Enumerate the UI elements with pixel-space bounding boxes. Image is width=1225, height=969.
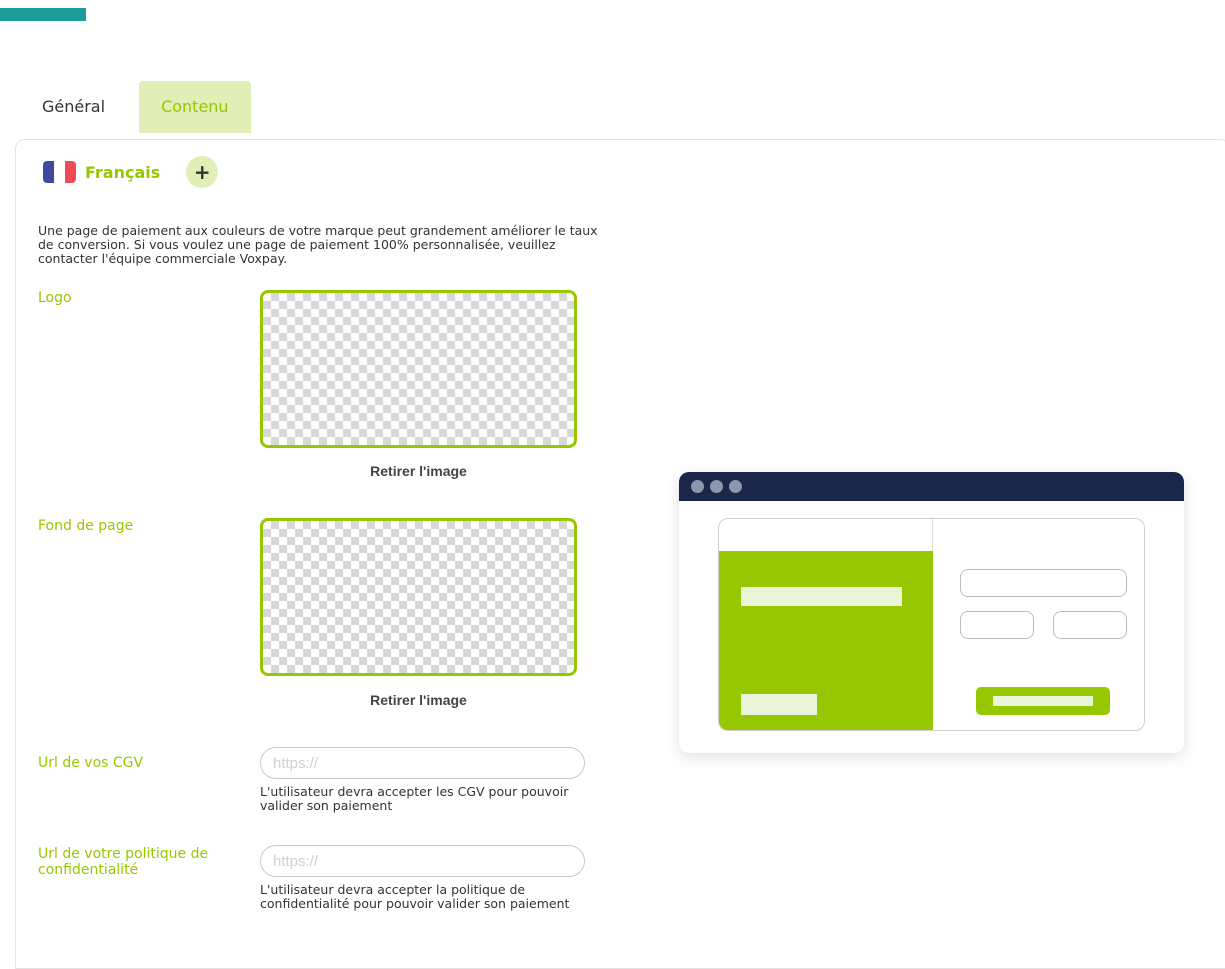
flag-red-stripe	[65, 161, 76, 183]
background-image-dropzone[interactable]	[260, 518, 577, 676]
preview-card-number-field	[960, 569, 1127, 597]
tab-bar: Général Contenu	[20, 81, 251, 133]
logo-label: Logo	[38, 290, 72, 306]
preview-left-header	[719, 519, 933, 551]
preview-payment-card	[718, 518, 1145, 731]
payment-page-preview	[679, 472, 1184, 753]
flag-blue-stripe	[43, 161, 54, 183]
logo-image-dropzone[interactable]	[260, 290, 577, 448]
cgv-help-text: L'utilisateur devra accepter les CGV pou…	[260, 784, 569, 813]
background-label: Fond de page	[38, 518, 134, 534]
privacy-url-input[interactable]	[260, 845, 585, 877]
intro-text: Une page de paiement aux couleurs de vot…	[38, 223, 598, 266]
language-label[interactable]: Français	[85, 163, 160, 182]
preview-left-panel	[719, 551, 933, 730]
add-language-button[interactable]: +	[186, 156, 219, 188]
privacy-label: Url de votre politique de confidentialit…	[38, 846, 209, 878]
preview-title-placeholder	[741, 587, 902, 606]
window-dot-icon	[691, 480, 704, 493]
preview-pay-button-label-placeholder	[993, 696, 1093, 706]
tab-contenu[interactable]: Contenu	[139, 81, 251, 133]
logo-remove-image-button[interactable]: Retirer l'image	[260, 463, 577, 479]
background-remove-image-button[interactable]: Retirer l'image	[260, 692, 577, 708]
france-flag-icon	[43, 161, 76, 183]
preview-amount-placeholder	[741, 694, 817, 715]
preview-cvc-field	[1053, 611, 1127, 639]
top-accent-bar	[0, 8, 86, 21]
language-row: Français +	[43, 156, 219, 188]
preview-pay-button	[976, 687, 1110, 715]
window-dot-icon	[729, 480, 742, 493]
cgv-url-input[interactable]	[260, 747, 585, 779]
tab-general[interactable]: Général	[20, 81, 127, 133]
window-dot-icon	[710, 480, 723, 493]
preview-expiry-field	[960, 611, 1034, 639]
plus-icon: +	[193, 160, 211, 184]
flag-white-stripe	[54, 161, 65, 183]
preview-window-header	[679, 472, 1184, 501]
cgv-label: Url de vos CGV	[38, 755, 144, 771]
privacy-help-text: L'utilisateur devra accepter la politiqu…	[260, 882, 570, 911]
